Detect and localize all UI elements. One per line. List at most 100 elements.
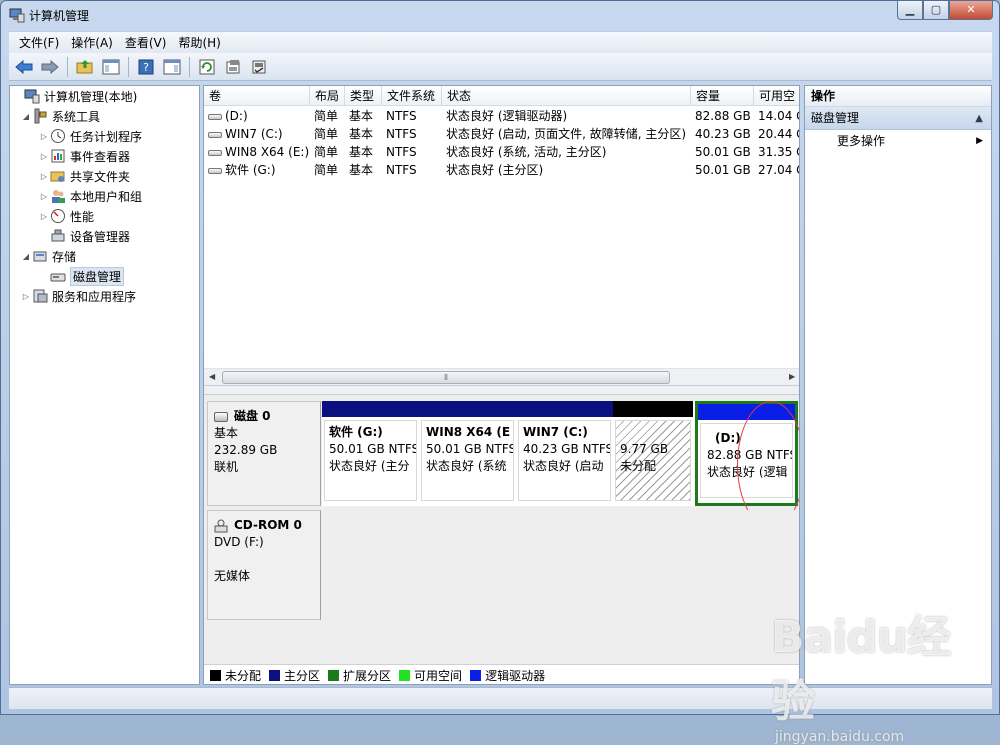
drive-icon (208, 113, 222, 120)
cdrom-spacer (214, 551, 320, 568)
clock-icon (51, 129, 65, 143)
show-hide-tree-button[interactable] (100, 56, 122, 78)
properties-button[interactable] (222, 56, 244, 78)
scroll-left-arrow-icon[interactable]: ◀ (209, 372, 215, 381)
partition-size: 9.77 GB (620, 442, 669, 456)
volume-row[interactable]: (D:) 简单 基本 NTFS 状态良好 (逻辑驱动器) 82.88 GB 14… (204, 107, 799, 125)
volume-filesystem: NTFS (386, 145, 417, 159)
title-bar[interactable]: 计算机管理 ▁ ▢ ✕ (1, 1, 999, 29)
tree-item-event-viewer[interactable]: ▷ 事件查看器 (38, 146, 130, 166)
partition-win8-e[interactable]: WIN8 X64 (E 50.01 GB NTFS 状态良好 (系统 (419, 401, 516, 506)
horizontal-scrollbar[interactable]: ◀ ⦀ ▶ (204, 368, 799, 385)
menu-file[interactable]: 文件(F) (13, 33, 65, 53)
up-folder-button[interactable] (74, 56, 96, 78)
column-header-filesystem[interactable]: 文件系统 (382, 86, 442, 106)
menu-help[interactable]: 帮助(H) (172, 33, 226, 53)
close-button[interactable]: ✕ (949, 1, 993, 20)
tree-item-device-manager[interactable]: 设备管理器 (38, 226, 130, 246)
pane-splitter[interactable] (204, 385, 799, 395)
volume-list-header: 卷 布局 类型 文件系统 状态 容量 可用空 (204, 86, 799, 106)
collapse-triangle-icon[interactable]: ▲ (975, 107, 983, 130)
folder-up-icon (76, 59, 93, 73)
cdrom-media: 无媒体 (214, 569, 251, 583)
volume-free-space: 31.35 G (758, 145, 799, 159)
refresh-icon (199, 59, 215, 74)
tree-label: 性能 (70, 209, 95, 224)
volume-type: 基本 (349, 109, 374, 123)
disk-name-row: 磁盘 0 (214, 408, 320, 425)
tree-item-performance[interactable]: ▷ 性能 (38, 206, 94, 226)
menu-action[interactable]: 操作(A) (65, 33, 119, 53)
disk-management-icon (50, 273, 66, 282)
action-pane-button[interactable] (161, 56, 183, 78)
legend-swatch (399, 670, 411, 681)
volume-filesystem: NTFS (386, 109, 417, 123)
collapse-arrow-icon[interactable]: ◢ (20, 112, 32, 121)
maximize-button[interactable]: ▢ (923, 1, 949, 20)
disk-check-icon (252, 60, 266, 73)
volume-row[interactable]: 软件 (G:) 简单 基本 NTFS 状态良好 (主分区) 50.01 GB 2… (204, 161, 799, 179)
scroll-right-arrow-icon[interactable]: ▶ (789, 372, 795, 381)
tree-item-storage[interactable]: ◢ 存储 (20, 246, 76, 266)
partition-unallocated[interactable]: 9.77 GB 未分配 (613, 401, 693, 506)
column-header-free-space[interactable]: 可用空 (754, 86, 799, 106)
expand-arrow-icon[interactable]: ▷ (38, 152, 50, 161)
tree-item-disk-management[interactable]: 磁盘管理 (38, 266, 125, 286)
expand-arrow-icon[interactable]: ▷ (38, 192, 50, 201)
column-header-capacity[interactable]: 容量 (691, 86, 754, 106)
menu-view[interactable]: 查看(V) (119, 33, 173, 53)
tree-label: 存储 (52, 249, 77, 264)
legend-item: 扩展分区 (328, 667, 391, 684)
back-button[interactable] (13, 56, 35, 78)
computer-management-window: 计算机管理 ▁ ▢ ✕ 文件(F) 操作(A) 查看(V) 帮助(H) ? 计算… (0, 0, 1000, 745)
volume-filesystem: NTFS (386, 163, 417, 177)
volume-status: 状态良好 (主分区) (446, 163, 544, 177)
tree-label: 事件查看器 (70, 149, 131, 164)
refresh-button[interactable] (196, 56, 218, 78)
tree-item-services-apps[interactable]: ▷ 服务和应用程序 (20, 286, 136, 306)
partition-bar (322, 401, 419, 417)
tree-item-task-scheduler[interactable]: ▷ 任务计划程序 (38, 126, 142, 146)
actions-section-disk-management[interactable]: 磁盘管理 ▲ (805, 107, 991, 130)
expand-arrow-icon[interactable]: ▷ (20, 292, 32, 301)
tree-label: 磁盘管理 (70, 266, 125, 286)
toolbar-separator (189, 56, 190, 77)
event-viewer-icon (51, 149, 65, 163)
cdrom-0-label[interactable]: CD-ROM 0 DVD (F:) 无媒体 (207, 510, 321, 620)
minimize-button[interactable]: ▁ (897, 1, 923, 20)
storage-icon (33, 251, 47, 262)
tree-item-local-users[interactable]: ▷ 本地用户和组 (38, 186, 142, 206)
partition-win7-c[interactable]: WIN7 (C:) 40.23 GB NTFS 状态良好 (启动 (516, 401, 613, 506)
partition-software-g[interactable]: 软件 (G:) 50.01 GB NTFS 状态良好 (主分 (322, 401, 419, 506)
disk-0-label[interactable]: 磁盘 0 基本 232.89 GB 联机 (207, 401, 321, 506)
partition-status: 状态良好 (启动 (523, 459, 604, 473)
expand-arrow-icon[interactable]: ▷ (38, 212, 50, 221)
shared-folder-icon (50, 171, 65, 182)
submenu-arrow-icon: ▶ (976, 136, 983, 146)
column-header-layout[interactable]: 布局 (310, 86, 345, 106)
computer-management-icon (9, 8, 25, 23)
partition-size: 40.23 GB NTFS (523, 442, 611, 456)
tree-item-system-tools[interactable]: ◢ 系统工具 (20, 106, 100, 126)
tree-label: 服务和应用程序 (52, 289, 137, 304)
more-actions-item[interactable]: 更多操作 ▶ (805, 130, 991, 152)
legend-swatch (328, 670, 340, 681)
partition-status: 状态良好 (系统 (426, 459, 507, 473)
help-button[interactable]: ? (135, 56, 157, 78)
column-header-volume[interactable]: 卷 (204, 86, 310, 106)
forward-button[interactable] (39, 56, 61, 78)
toolbar: ? (9, 53, 992, 81)
collapse-arrow-icon[interactable]: ◢ (20, 252, 32, 261)
tree-item-shared-folders[interactable]: ▷ 共享文件夹 (38, 166, 130, 186)
volume-row[interactable]: WIN7 (C:) 简单 基本 NTFS 状态良好 (启动, 页面文件, 故障转… (204, 125, 799, 143)
volume-capacity: 50.01 GB (695, 163, 751, 177)
tree-item-root[interactable]: 计算机管理(本地) (12, 86, 137, 106)
expand-arrow-icon[interactable]: ▷ (38, 132, 50, 141)
drive-icon (208, 167, 222, 174)
column-header-type[interactable]: 类型 (345, 86, 382, 106)
disk-settings-button[interactable] (248, 56, 270, 78)
volume-row[interactable]: WIN8 X64 (E:) 简单 基本 NTFS 状态良好 (系统, 活动, 主… (204, 143, 799, 161)
expand-arrow-icon[interactable]: ▷ (38, 172, 50, 181)
column-header-status[interactable]: 状态 (442, 86, 691, 106)
scrollbar-thumb[interactable]: ⦀ (222, 371, 670, 384)
